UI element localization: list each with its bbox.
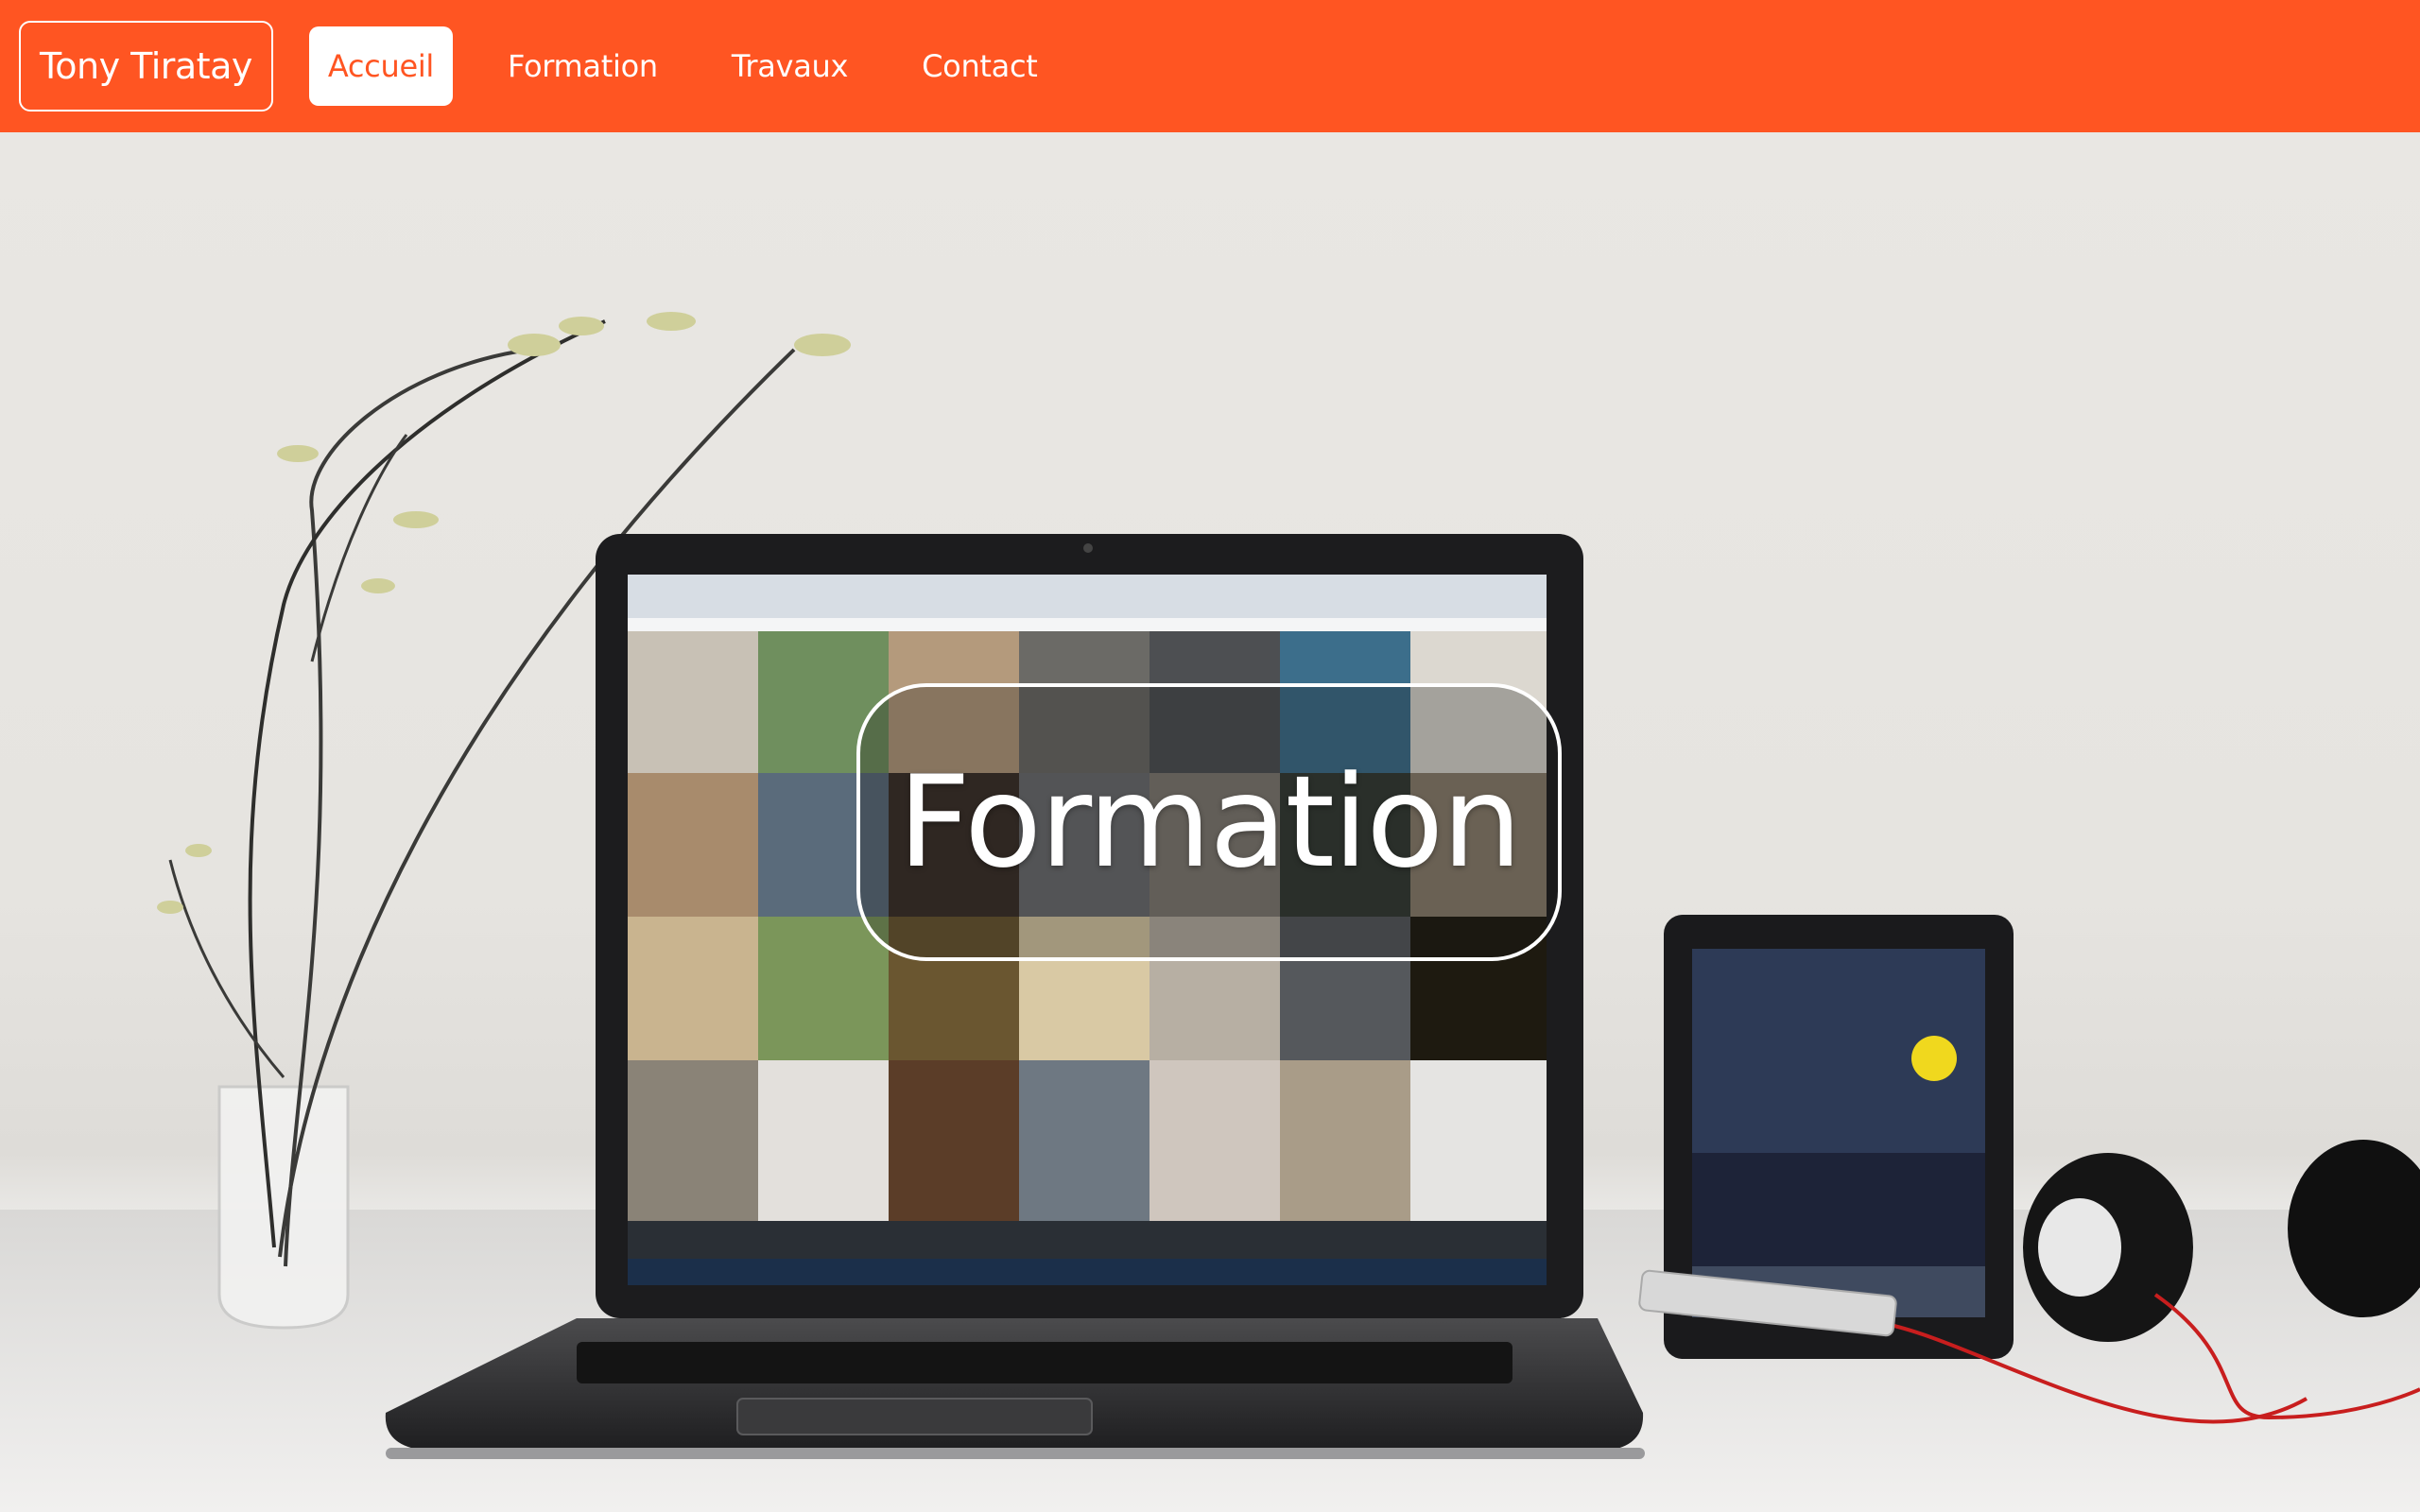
nav-link-contact[interactable]: Contact	[903, 26, 1056, 106]
brand-logo-link[interactable]: Tony Tiratay	[19, 21, 273, 112]
nav-link-travaux[interactable]: Travaux	[713, 26, 867, 106]
top-navbar: Tony Tiratay Accueil Formation Travaux C…	[0, 0, 2420, 132]
hero-title: Formation	[897, 748, 1522, 896]
nav-links: Accueil Formation Travaux Contact	[308, 26, 1093, 106]
nav-link-accueil[interactable]: Accueil	[308, 26, 454, 106]
hero-banner: Formation	[0, 132, 2420, 1512]
nav-link-formation[interactable]: Formation	[489, 26, 677, 106]
hero-title-box: Formation	[856, 683, 1562, 961]
laptop-illustration	[385, 534, 1645, 1459]
